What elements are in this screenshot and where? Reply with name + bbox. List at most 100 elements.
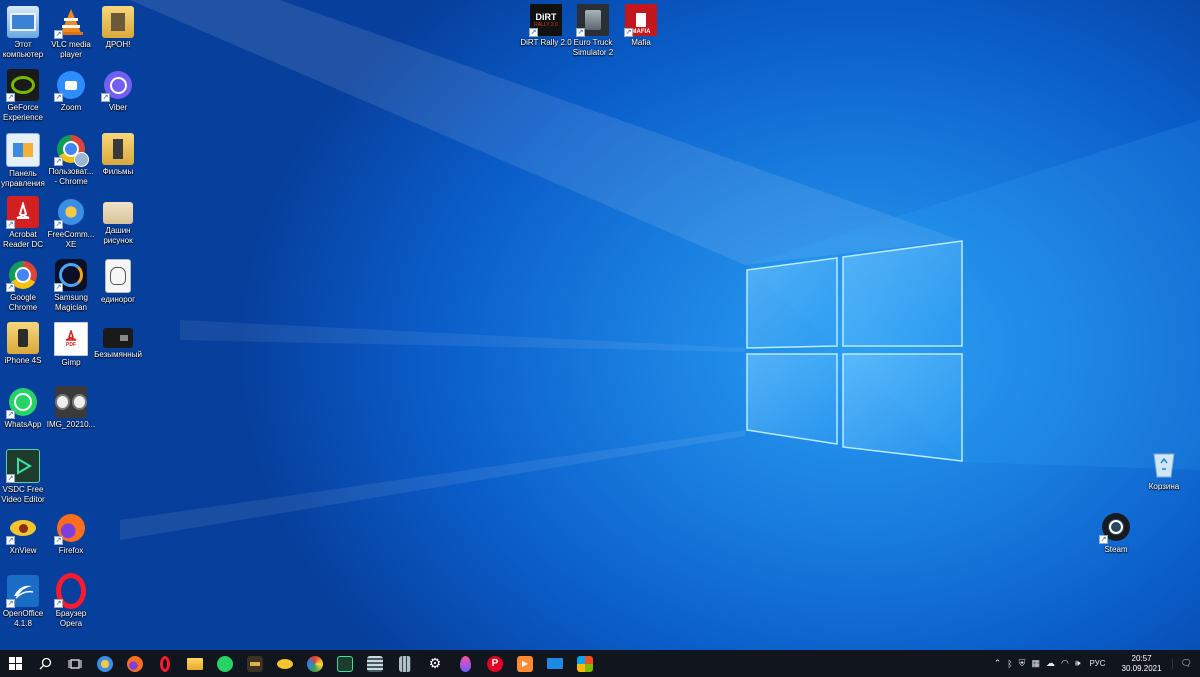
samsung-magician-icon: ↗ (54, 259, 87, 292)
desktop-icon-mafia[interactable]: MAFIA ↗ Mafia (611, 4, 671, 48)
folder-icon (102, 6, 134, 38)
xnview-icon: ↗ (6, 512, 39, 545)
notifications-icon[interactable]: 🗨 (1171, 658, 1200, 669)
clock[interactable]: 20:57 30.09.2021 (1112, 654, 1172, 674)
taskbar-app-opera[interactable] (150, 650, 180, 677)
taskbar-app-settings[interactable]: ⚙ (420, 650, 450, 677)
taskbar: ⚙ P ▶ ⌃ ᛒ ⛨ ▦ ☁ ◠ 🕪 РУС 20:57 30.09.2021… (0, 650, 1200, 677)
desktop-icon-label: Viber (108, 103, 128, 112)
taskbar-app-freecommander[interactable] (90, 650, 120, 677)
chevron-up-icon[interactable]: ⌃ (991, 658, 1005, 669)
start-button[interactable] (0, 650, 30, 677)
taskbar-app-xnview[interactable] (270, 650, 300, 677)
taskbar-app-whatsapp[interactable] (210, 650, 240, 677)
vlc-icon: ↗ (54, 6, 87, 39)
desktop-icon-dashin[interactable]: Дашин рисунок (88, 196, 148, 245)
desktop-icon-untitled[interactable]: Безымянный (88, 322, 148, 360)
task-view-icon (68, 658, 82, 669)
search-button[interactable] (30, 650, 60, 677)
desktop-icon-drone[interactable]: ДРОН! (88, 6, 148, 50)
desktop-icon-label: Google Chrome (8, 293, 38, 312)
desktop-icon-label: Mafia (631, 38, 651, 47)
shield-icon[interactable]: ⛨ (1016, 658, 1029, 669)
shortcut-arrow-icon: ↗ (576, 28, 585, 37)
language-indicator[interactable]: РУС (1083, 659, 1111, 668)
desktop-icon-vsdc[interactable]: ↗ VSDC Free Video Editor (0, 449, 53, 504)
folder-icon (187, 657, 203, 670)
shortcut-arrow-icon: ↗ (6, 410, 15, 419)
onedrive-cloud-icon[interactable]: ☁ (1043, 658, 1058, 669)
gear-icon: ⚙ (428, 655, 442, 671)
desktop-icon-label: Samsung Magician (54, 293, 88, 312)
dirt-rally-icon: DiRT RALLY 2.0 ↗ (529, 4, 562, 37)
desktop-icon-opera[interactable]: ↗ Браузер Opera (41, 573, 101, 628)
desktop-icon-firefox[interactable]: ↗ Firefox (41, 512, 101, 556)
mafia-tile-text: MAFIA (631, 29, 651, 35)
desktop-icon-label: Zoom (60, 103, 82, 112)
taskbar-app-firefox[interactable] (120, 650, 150, 677)
taskbar-app-notes[interactable] (360, 650, 390, 677)
desktop-icon-label: Безымянный (94, 350, 142, 359)
image-thumbnail-icon (103, 202, 133, 224)
desktop-icon-label: XnView (9, 546, 37, 555)
desktop-icon-label: ДРОН! (105, 40, 131, 49)
zoom-icon: ↗ (54, 69, 87, 102)
shortcut-arrow-icon: ↗ (54, 93, 63, 102)
chrome-profile-icon: ↗ (54, 133, 89, 167)
shortcut-arrow-icon: ↗ (54, 283, 63, 292)
shortcut-arrow-icon: ↗ (54, 536, 63, 545)
steam-icon: ↗ (1099, 511, 1132, 544)
desktop-icon-viber[interactable]: ↗ Viber (88, 69, 148, 113)
game-icon (247, 655, 263, 672)
taskbar-app-calculator[interactable] (390, 650, 420, 677)
taskbar-app-pinterest[interactable]: P (480, 650, 510, 677)
mafia-icon: MAFIA ↗ (624, 4, 657, 37)
desktop-icon-films[interactable]: Фильмы (88, 133, 148, 177)
task-view-button[interactable] (60, 650, 90, 677)
shortcut-arrow-icon: ↗ (101, 93, 110, 102)
clock-time: 20:57 (1131, 653, 1152, 663)
xnview-icon (277, 658, 293, 669)
desktop-icon-unicorn[interactable]: единорог (88, 259, 148, 305)
network-icon[interactable]: ▦ (1028, 658, 1043, 669)
shortcut-arrow-icon: ↗ (54, 220, 63, 229)
nvidia-icon: ↗ (6, 69, 39, 102)
taskbar-app-file-explorer[interactable] (180, 650, 210, 677)
volume-icon[interactable]: 🕪 (1072, 658, 1084, 669)
desktop-icon-label: Браузер Opera (55, 609, 87, 628)
taskbar-app-store[interactable] (570, 650, 600, 677)
recycle-bin-icon (1148, 448, 1180, 480)
wifi-icon[interactable]: ◠ (1058, 658, 1072, 669)
paint-icon (307, 655, 323, 672)
bluetooth-icon[interactable]: ᛒ (1004, 659, 1015, 669)
mail-icon (547, 658, 563, 669)
desktop[interactable]: Этот компьютер ↗ GeForce Experience Пане… (0, 0, 1200, 650)
shortcut-arrow-icon: ↗ (6, 283, 15, 292)
taskbar-app-video[interactable]: ▶ (510, 650, 540, 677)
desktop-icon-recycle-bin[interactable]: Корзина (1134, 448, 1194, 492)
desktop-icon-label: Корзина (1148, 482, 1180, 491)
taskbar-app-drop[interactable] (450, 650, 480, 677)
desktop-icon-label: Acrobat Reader DC (2, 230, 43, 249)
firefox-icon: ↗ (54, 512, 87, 545)
desktop-icon-label: IMG_20210... (46, 420, 96, 429)
taskbar-app-game[interactable] (240, 650, 270, 677)
opera-icon: ↗ (54, 573, 87, 609)
shortcut-arrow-icon: ↗ (54, 30, 63, 39)
notes-icon (367, 655, 383, 672)
search-icon (39, 657, 51, 670)
desktop-icon-label: Дашин рисунок (103, 226, 133, 245)
desktop-icon-label: Пользоват... - Chrome (48, 167, 94, 186)
freecommander-icon (97, 655, 113, 672)
taskbar-app-mail[interactable] (540, 650, 570, 677)
desktop-icon-steam[interactable]: ↗ Steam (1086, 511, 1146, 555)
taskbar-app-paint[interactable] (300, 650, 330, 677)
shortcut-arrow-icon: ↗ (54, 157, 63, 166)
desktop-icon-img[interactable]: IMG_20210... (41, 386, 101, 430)
windows-start-icon (8, 657, 22, 670)
taskbar-app-vsdc[interactable] (330, 650, 360, 677)
shortcut-arrow-icon: ↗ (54, 599, 63, 608)
desktop-icon-label: Steam (1104, 545, 1128, 554)
image-thumbnail-icon (55, 386, 87, 418)
opera-icon (160, 655, 170, 672)
